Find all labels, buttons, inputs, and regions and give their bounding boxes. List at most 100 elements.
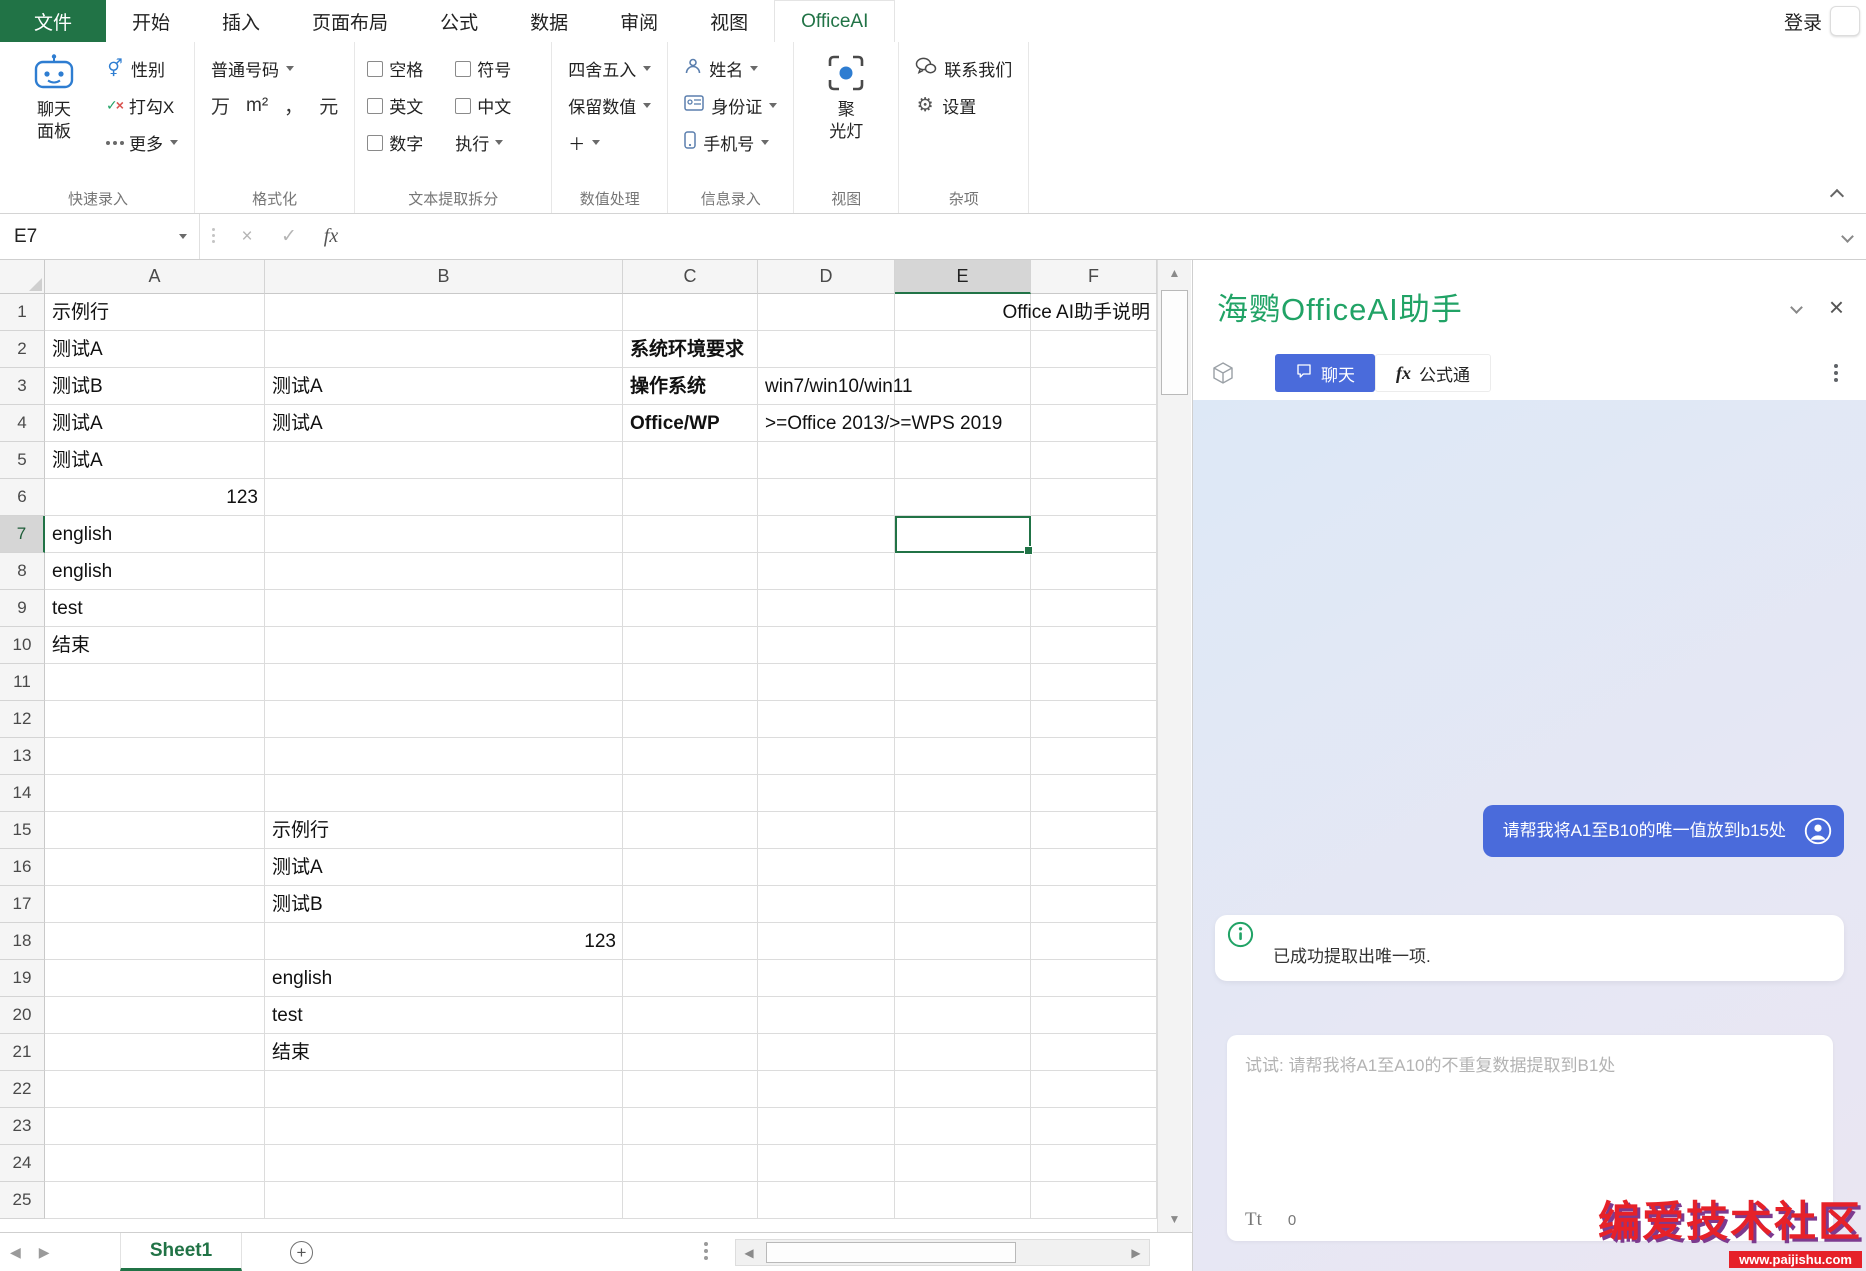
tab-formula-helper[interactable]: fx 公式通 xyxy=(1375,354,1491,392)
row-header-20[interactable]: 20 xyxy=(0,997,45,1034)
scroll-up-arrow[interactable]: ▲ xyxy=(1158,260,1191,286)
row-header-13[interactable]: 13 xyxy=(0,738,45,775)
row-header-4[interactable]: 4 xyxy=(0,405,45,442)
settings-button[interactable]: ⚙ 设置 xyxy=(911,87,1016,124)
yuan-format-button[interactable]: 元 xyxy=(319,92,338,119)
checkbox-icon[interactable] xyxy=(455,61,471,77)
symbol-checkbox[interactable]: 符号 xyxy=(455,50,539,87)
scroll-left-arrow[interactable]: ◀ xyxy=(736,1240,762,1265)
column-header-C[interactable]: C xyxy=(623,260,758,294)
row-header-14[interactable]: 14 xyxy=(0,775,45,812)
cell-A6[interactable]: 123 xyxy=(45,479,265,516)
cell-A4[interactable]: 测试A xyxy=(45,405,265,442)
horizontal-scroll-thumb[interactable] xyxy=(766,1242,1016,1263)
spotlight-button[interactable]: 聚 光灯 xyxy=(806,50,886,187)
cell-A5[interactable]: 测试A xyxy=(45,442,265,479)
cell-A9[interactable]: test xyxy=(45,590,265,627)
row-header-1[interactable]: 1 xyxy=(0,294,45,331)
row-header-8[interactable]: 8 xyxy=(0,553,45,590)
name-button[interactable]: 姓名 xyxy=(680,50,781,87)
row-header-10[interactable]: 10 xyxy=(0,627,45,664)
cell-A1[interactable]: 示例行 xyxy=(45,294,265,331)
vertical-scroll-thumb[interactable] xyxy=(1161,290,1188,395)
tab-chat[interactable]: 聊天 xyxy=(1275,354,1375,392)
cell-A10[interactable]: 结束 xyxy=(45,627,265,664)
row-header-15[interactable]: 15 xyxy=(0,812,45,849)
chinese-checkbox[interactable]: 中文 xyxy=(455,87,539,124)
cell-B17[interactable]: 测试B xyxy=(265,886,623,923)
digit-checkbox[interactable]: 数字 xyxy=(367,124,451,161)
horizontal-scrollbar[interactable]: ◀ ▶ xyxy=(735,1239,1150,1266)
row-header-22[interactable]: 22 xyxy=(0,1071,45,1108)
column-header-E[interactable]: E xyxy=(895,260,1031,294)
tab-data[interactable]: 数据 xyxy=(504,0,594,42)
cell-D3[interactable]: win7/win10/win11 xyxy=(758,368,1031,405)
column-header-F[interactable]: F xyxy=(1031,260,1157,294)
id-card-button[interactable]: 身份证 xyxy=(680,87,781,124)
space-checkbox[interactable]: 空格 xyxy=(367,50,451,87)
cancel-entry-icon[interactable]: × xyxy=(226,214,268,259)
row-header-18[interactable]: 18 xyxy=(0,923,45,960)
cell-B21[interactable]: 结束 xyxy=(265,1034,623,1071)
add-sheet-button[interactable]: + xyxy=(290,1241,313,1264)
english-checkbox[interactable]: 英文 xyxy=(367,87,451,124)
cell-D1[interactable]: Office AI助手说明 xyxy=(758,294,1157,331)
expand-formula-bar-icon[interactable] xyxy=(1828,214,1866,259)
cell-B15[interactable]: 示例行 xyxy=(265,812,623,849)
vertical-scrollbar[interactable]: ▲ ▼ xyxy=(1157,260,1191,1232)
tab-insert[interactable]: 插入 xyxy=(196,0,286,42)
tab-home[interactable]: 开始 xyxy=(106,0,196,42)
tab-file[interactable]: 文件 xyxy=(0,0,106,42)
contact-us-button[interactable]: 联系我们 xyxy=(911,50,1016,87)
tab-formulas[interactable]: 公式 xyxy=(414,0,504,42)
execute-button[interactable]: 执行 xyxy=(455,124,539,161)
cell-B18[interactable]: 123 xyxy=(265,923,623,960)
row-header-24[interactable]: 24 xyxy=(0,1145,45,1182)
row-header-19[interactable]: 19 xyxy=(0,960,45,997)
number-format-dropdown[interactable]: 普通号码 xyxy=(207,50,342,87)
close-panel-icon[interactable]: × xyxy=(1829,294,1844,320)
column-header-A[interactable]: A xyxy=(45,260,265,294)
row-header-2[interactable]: 2 xyxy=(0,331,45,368)
name-box[interactable]: E7 xyxy=(0,214,200,259)
cell-A8[interactable]: english xyxy=(45,553,265,590)
cell-B4[interactable]: 测试A xyxy=(265,405,623,442)
row-header-16[interactable]: 16 xyxy=(0,849,45,886)
row-header-6[interactable]: 6 xyxy=(0,479,45,516)
insert-function-icon[interactable]: fx xyxy=(310,214,352,259)
row-header-3[interactable]: 3 xyxy=(0,368,45,405)
cell-A2[interactable]: 测试A xyxy=(45,331,265,368)
collapse-panel-icon[interactable] xyxy=(1790,301,1803,314)
spreadsheet-grid[interactable]: ABCDEF1234567891011121314151617181920212… xyxy=(0,260,1157,1232)
cell-B3[interactable]: 测试A xyxy=(265,368,623,405)
row-header-25[interactable]: 25 xyxy=(0,1182,45,1219)
row-header-12[interactable]: 12 xyxy=(0,701,45,738)
phone-button[interactable]: 手机号 xyxy=(680,124,781,161)
next-sheet-arrow[interactable]: ▶ xyxy=(39,1244,50,1261)
cell-C2[interactable]: 系统环境要求 xyxy=(623,331,895,368)
cell-A7[interactable]: english xyxy=(45,516,265,553)
round-button[interactable]: 四舍五入 xyxy=(564,50,655,87)
prev-sheet-arrow[interactable]: ◀ xyxy=(10,1244,21,1261)
plus-button[interactable]: ＋ xyxy=(564,124,655,161)
cell-D4[interactable]: >=Office 2013/>=WPS 2019 xyxy=(758,405,1157,442)
gender-button[interactable]: ⚥ 性别 xyxy=(102,50,182,87)
row-header-5[interactable]: 5 xyxy=(0,442,45,479)
formula-bar-handle[interactable] xyxy=(200,214,226,259)
login-button[interactable]: 登录 xyxy=(1784,8,1822,35)
cell-A3[interactable]: 测试B xyxy=(45,368,265,405)
checkbox-icon[interactable] xyxy=(367,61,383,77)
row-header-17[interactable]: 17 xyxy=(0,886,45,923)
tab-review[interactable]: 审阅 xyxy=(594,0,684,42)
cell-B20[interactable]: test xyxy=(265,997,623,1034)
collapse-ribbon-icon[interactable] xyxy=(1830,189,1844,203)
wan-format-button[interactable]: 万 xyxy=(211,92,230,119)
scroll-right-arrow[interactable]: ▶ xyxy=(1123,1240,1149,1265)
tab-view[interactable]: 视图 xyxy=(684,0,774,42)
tab-page-layout[interactable]: 页面布局 xyxy=(286,0,414,42)
comma-format-button[interactable]: ， xyxy=(284,92,303,119)
row-header-23[interactable]: 23 xyxy=(0,1108,45,1145)
confirm-entry-icon[interactable]: ✓ xyxy=(268,214,310,259)
column-header-B[interactable]: B xyxy=(265,260,623,294)
select-all-corner[interactable] xyxy=(0,260,45,294)
